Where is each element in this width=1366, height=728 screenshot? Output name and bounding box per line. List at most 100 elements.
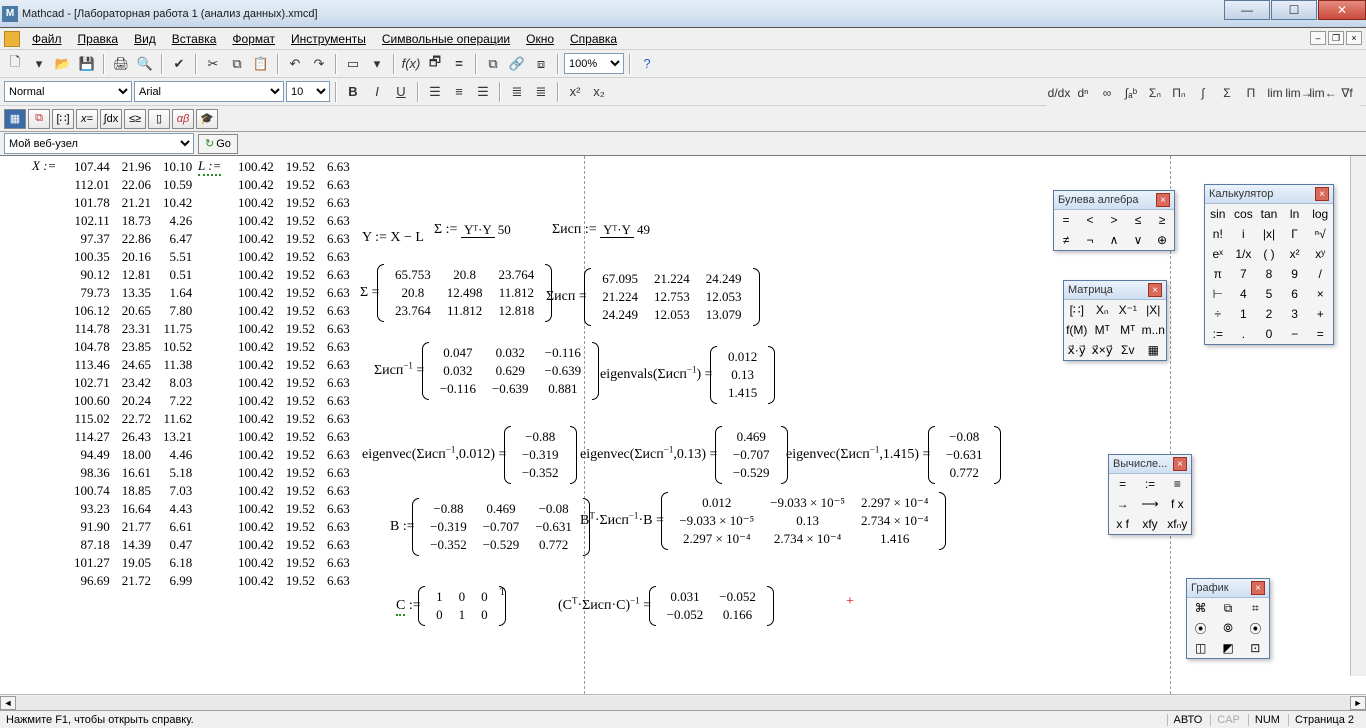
spellcheck-button[interactable]: ✔ [168,53,190,75]
sum-n-icon[interactable]: Σₙ [1144,82,1166,104]
palette-cell[interactable]: ∧ [1102,230,1126,250]
palette-cell[interactable]: Mᵀ [1115,320,1141,340]
insert-component-button[interactable]: ⧉ [482,53,504,75]
style-combo[interactable]: Normal [4,81,132,102]
boolean-palette-close[interactable]: × [1156,193,1170,207]
gradient-icon[interactable]: ∇f [1336,82,1358,104]
palette-cell[interactable]: 0 [1256,324,1282,344]
palette-cell[interactable]: ⌘ [1187,598,1214,618]
palette-cell[interactable]: Mᵀ [1090,320,1116,340]
limit-icon[interactable]: lim [1264,82,1286,104]
boolean-palette[interactable]: Булева алгебра× =<>≤≥≠¬∧∨⊕ [1053,190,1175,251]
menu-tools[interactable]: Инструменты [283,30,374,48]
scroll-right-button[interactable]: ► [1350,696,1366,710]
palette-cell[interactable]: 4 [1231,284,1257,304]
boolean-palette-button[interactable]: ≤≥ [124,109,146,129]
help-button[interactable]: ? [636,53,658,75]
calculus-palette-button[interactable]: ∫dx [100,109,122,129]
palette-cell[interactable]: 2 [1256,304,1282,324]
palette-cell[interactable]: ▦ [1141,340,1167,360]
palette-cell[interactable]: ( ) [1256,244,1282,264]
palette-cell[interactable]: ≤ [1126,210,1150,230]
insert-function-button[interactable]: f(x) [400,53,422,75]
menu-insert[interactable]: Вставка [164,30,225,48]
palette-cell[interactable]: < [1078,210,1102,230]
palette-cell[interactable]: x⃗·y⃗ [1064,340,1090,360]
align-dropdown[interactable]: ▾ [366,53,388,75]
product-n-icon[interactable]: Πₙ [1168,82,1190,104]
align-regions-button[interactable]: ▭ [342,53,364,75]
palette-cell[interactable]: × [1307,284,1333,304]
graph-palette-close[interactable]: × [1251,581,1265,595]
bold-button[interactable]: B [342,81,364,103]
palette-cell[interactable]: ⟶ [1136,494,1163,514]
palette-cell[interactable]: ≠ [1054,230,1078,250]
insert-hyperlink-button[interactable]: 🔗 [506,53,528,75]
font-combo[interactable]: Arial [134,81,284,102]
copy-button[interactable]: ⧉ [226,53,248,75]
palette-cell[interactable]: ⊡ [1242,638,1269,658]
vertical-scrollbar[interactable] [1350,156,1366,676]
palette-cell[interactable]: ÷ [1205,304,1231,324]
palette-cell[interactable]: = [1109,474,1136,494]
calculator-palette-button[interactable]: ▦ [4,109,26,129]
palette-cell[interactable]: − [1282,324,1308,344]
palette-cell[interactable]: ⁿ√ [1307,224,1333,244]
palette-cell[interactable]: Σv [1115,340,1141,360]
new-dropdown[interactable]: ▾ [28,53,50,75]
palette-cell[interactable]: π [1205,264,1231,284]
palette-cell[interactable]: 8 [1256,264,1282,284]
palette-cell[interactable]: > [1102,210,1126,230]
calculator-palette[interactable]: Калькулятор× sincostanlnlogn!i|x|Γⁿ√eˣ1/… [1204,184,1334,345]
palette-cell[interactable]: / [1307,264,1333,284]
limit-right-icon[interactable]: lim→ [1288,82,1310,104]
palette-cell[interactable]: 6 [1282,284,1308,304]
palette-cell[interactable]: ⊕ [1150,230,1174,250]
palette-cell[interactable]: ◩ [1214,638,1241,658]
palette-cell[interactable]: Γ [1282,224,1308,244]
menu-format[interactable]: Формат [224,30,283,48]
palette-cell[interactable]: m..n [1141,320,1167,340]
palette-cell[interactable]: n! [1205,224,1231,244]
palette-cell[interactable]: |x| [1256,224,1282,244]
palette-cell[interactable]: eˣ [1205,244,1231,264]
insert-unit-button[interactable]: 🗗 [424,53,446,75]
palette-cell[interactable]: xfy [1136,514,1163,534]
palette-cell[interactable]: ln [1282,204,1308,224]
palette-cell[interactable]: log [1307,204,1333,224]
palette-cell[interactable]: x² [1282,244,1308,264]
palette-cell[interactable]: + [1307,304,1333,324]
numbering-button[interactable]: ≣ [530,81,552,103]
palette-cell[interactable]: 3 [1282,304,1308,324]
insert-reference-button[interactable]: ⧈ [530,53,552,75]
matrix-palette-button[interactable]: [∷] [52,109,74,129]
web-site-combo[interactable]: Мой веб-узел [4,133,194,154]
palette-cell[interactable]: ⧉ [1214,598,1241,618]
cut-button[interactable]: ✂ [202,53,224,75]
evaluation-palette[interactable]: Вычисле...× =:=≡→⟶f xx fxfyxfₙy [1108,454,1192,535]
calculator-palette-close[interactable]: × [1315,187,1329,201]
palette-cell[interactable]: 1 [1231,304,1257,324]
palette-cell[interactable]: xʸ [1307,244,1333,264]
matrix-palette-close[interactable]: × [1148,283,1162,297]
bullets-button[interactable]: ≣ [506,81,528,103]
new-button[interactable]: 🗋 [4,53,26,75]
palette-cell[interactable]: sin [1205,204,1231,224]
palette-cell[interactable]: ⦾ [1214,618,1241,638]
menu-edit[interactable]: Правка [70,30,127,48]
subscript-button[interactable]: x₂ [588,81,610,103]
palette-cell[interactable]: 9 [1282,264,1308,284]
nth-derivative-icon[interactable]: dⁿ [1072,82,1094,104]
sum-icon[interactable]: Σ [1216,82,1238,104]
palette-cell[interactable]: ⌗ [1242,598,1269,618]
palette-cell[interactable]: tan [1256,204,1282,224]
undo-button[interactable]: ↶ [284,53,306,75]
palette-cell[interactable]: [∷] [1064,300,1090,320]
scroll-left-button[interactable]: ◄ [0,696,16,710]
mdi-restore-button[interactable]: ❐ [1328,31,1344,45]
palette-cell[interactable]: ⦿ [1187,618,1214,638]
palette-cell[interactable]: ⊢ [1205,284,1231,304]
print-preview-button[interactable]: 🔍 [134,53,156,75]
programming-palette-button[interactable]: ▯ [148,109,170,129]
product-icon[interactable]: Π [1240,82,1262,104]
